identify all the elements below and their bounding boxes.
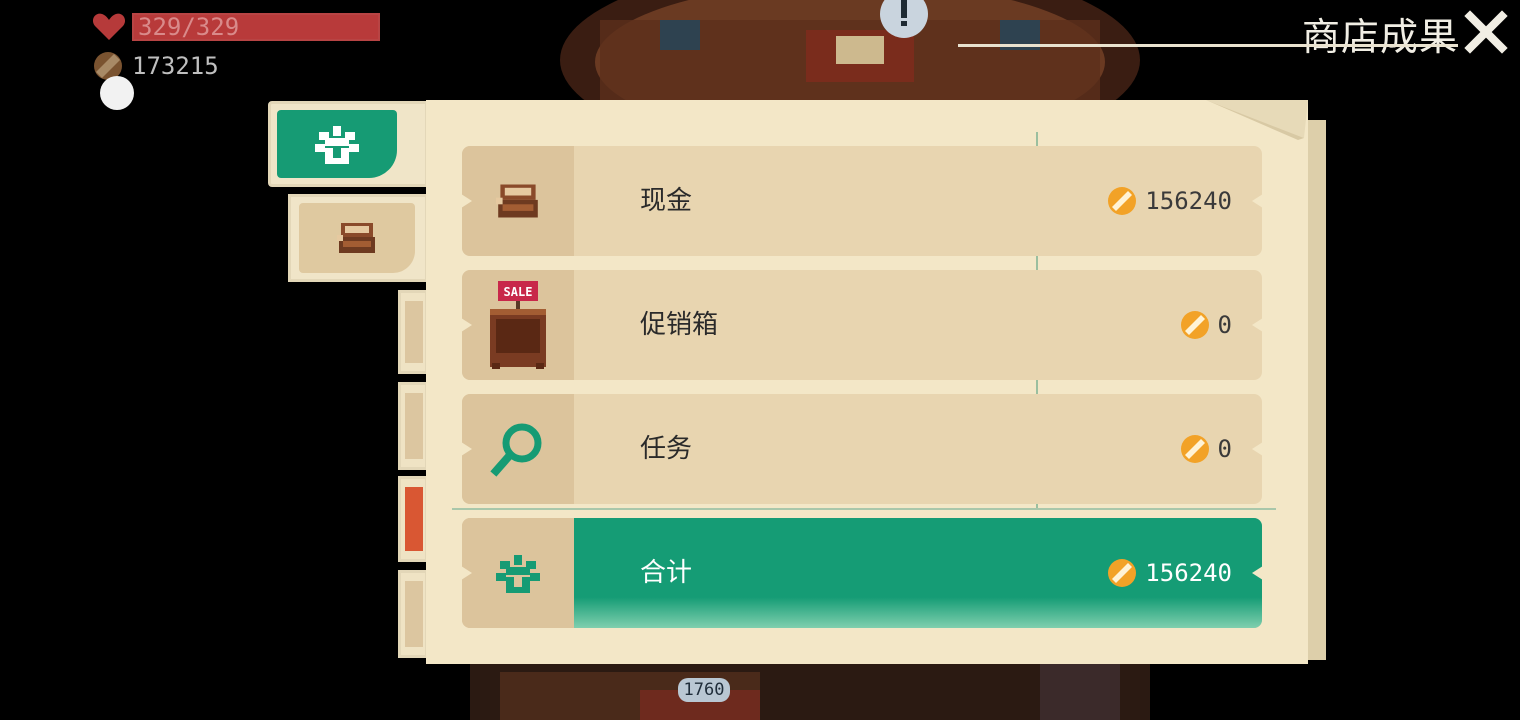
gold-amount: 173215 <box>132 52 219 80</box>
row-value: 0 <box>1180 394 1232 504</box>
cash-register-icon <box>337 223 375 253</box>
sprout-icon <box>496 555 540 593</box>
result-row-total: 合计 156240 <box>458 518 1266 628</box>
close-button[interactable] <box>1462 8 1510 56</box>
tab-side-3[interactable] <box>398 476 428 562</box>
row-value-amount: 0 <box>1217 311 1232 339</box>
row-icon-cell <box>462 518 574 628</box>
total-separator <box>452 508 1276 510</box>
gold-coin-icon <box>1180 311 1209 339</box>
row-icon-cell <box>462 146 574 256</box>
hp-display: 329/329 <box>92 12 380 42</box>
row-value: 0 <box>1180 270 1232 380</box>
total-value-amount: 156240 <box>1145 559 1232 587</box>
tab-side-4[interactable] <box>398 570 428 658</box>
sale-sign-text: SALE <box>504 285 533 299</box>
row-label: 任务 <box>640 434 693 464</box>
total-label: 合计 <box>640 558 693 588</box>
row-value: 156240 <box>1107 146 1232 256</box>
status-orb <box>100 76 134 110</box>
panel-page-curl <box>1206 100 1308 140</box>
hp-bar: 329/329 <box>132 13 380 41</box>
tab-side-2[interactable] <box>398 382 428 470</box>
heart-icon <box>92 13 126 41</box>
floor-price-tag: 1760 <box>678 678 730 702</box>
total-value: 156240 <box>1107 518 1232 628</box>
close-icon <box>1464 10 1508 54</box>
gold-coin-icon <box>1108 559 1137 587</box>
gold-coin-icon <box>1108 187 1137 215</box>
tab-side-1[interactable] <box>398 290 428 374</box>
page-title: 商店成果 <box>1301 15 1458 59</box>
result-row-sale-box: SALE 促销箱 0 <box>458 270 1266 380</box>
row-icon-cell <box>462 394 574 504</box>
row-notch <box>1252 316 1266 334</box>
magnifier-icon <box>490 423 542 477</box>
row-notch <box>1252 440 1266 458</box>
title-underline <box>958 44 1458 47</box>
row-value-amount: 156240 <box>1145 187 1232 215</box>
tab-cash-register[interactable] <box>288 194 428 282</box>
row-label: 促销箱 <box>640 310 719 340</box>
gold-coin-icon <box>1180 435 1209 463</box>
result-row-cash: 现金 156240 <box>458 146 1266 256</box>
row-label: 现金 <box>640 186 693 216</box>
row-icon-cell: SALE <box>462 270 574 380</box>
tab-summary[interactable] <box>268 101 428 187</box>
sale-box-icon: SALE <box>490 281 546 369</box>
sprout-icon <box>315 126 359 164</box>
hp-text: 329/329 <box>138 13 240 41</box>
row-value-amount: 0 <box>1217 435 1232 463</box>
cash-register-icon <box>496 184 538 218</box>
result-row-quests: 任务 0 <box>458 394 1266 504</box>
row-notch <box>1252 192 1266 210</box>
